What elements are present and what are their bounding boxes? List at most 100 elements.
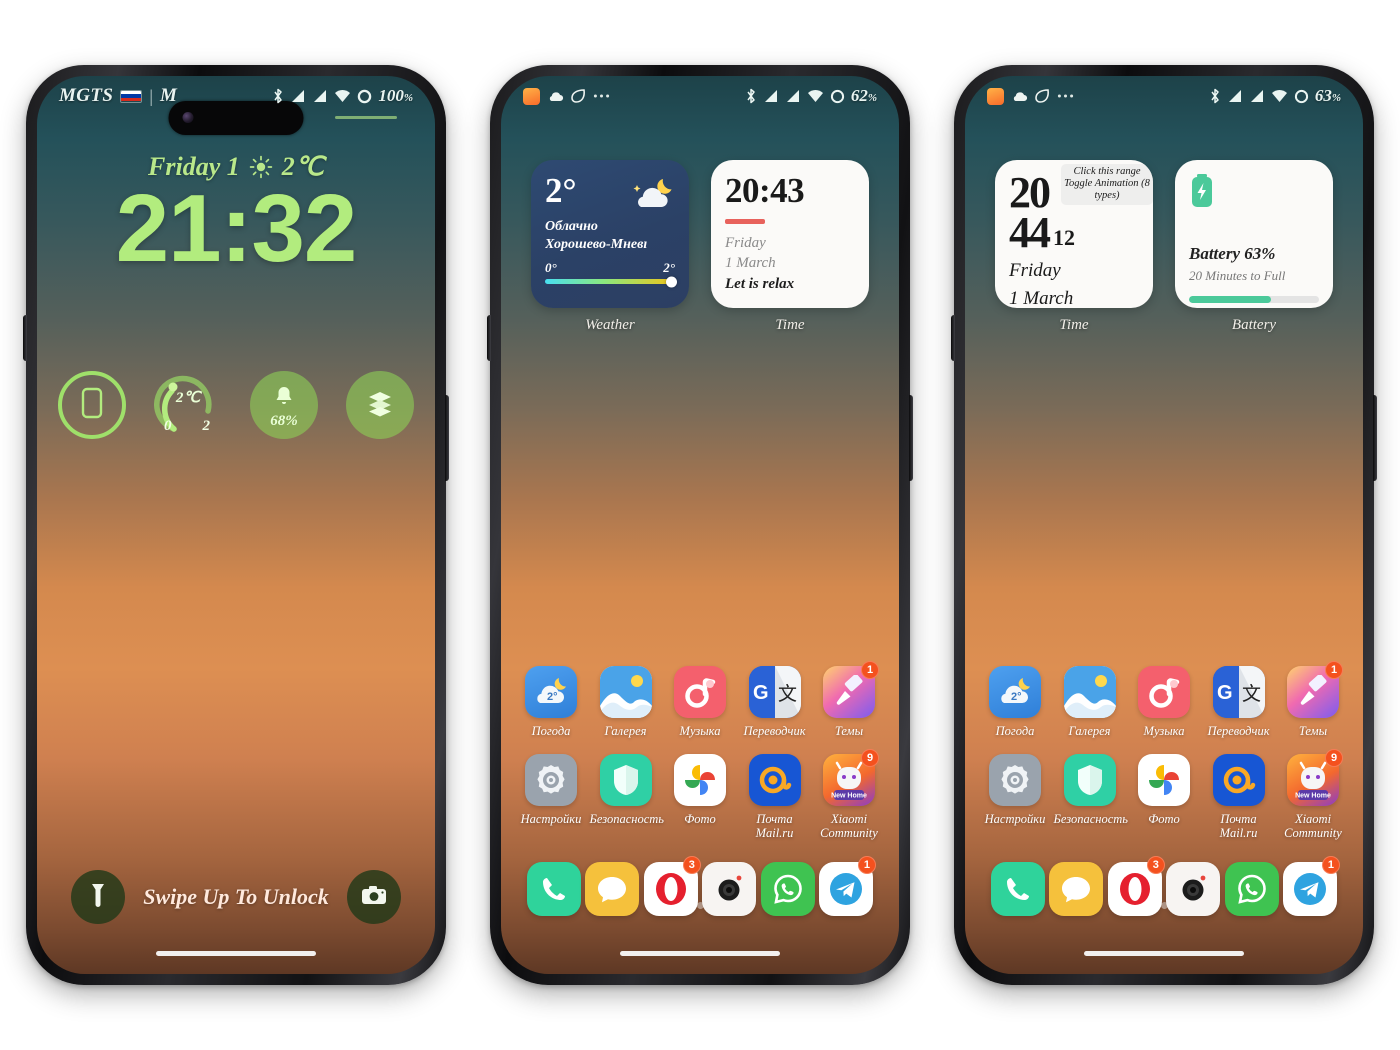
dock-item-opera[interactable]: 3 (1107, 856, 1165, 916)
wifi-icon (1271, 89, 1288, 103)
home-indicator[interactable] (620, 951, 780, 956)
big-time-second: 12 (1053, 224, 1075, 250)
notification-icons (987, 87, 1074, 105)
weather-range-bar (545, 276, 677, 287)
app-label: Галерея (1068, 724, 1111, 738)
phone-3-screen: 63% 20 44 12 Click this range Toggle Ani… (965, 76, 1363, 974)
phone-2-screen: 62% 2° Облачно Хорошево-Мневı 0° 2° Weat… (501, 76, 899, 974)
app-row-1: 2° Погода Галерея Музыка G 文 Переводчик … (515, 661, 885, 738)
dock-item-whatsapp[interactable] (1224, 862, 1279, 916)
app-weather[interactable]: 2° Погода (515, 666, 587, 738)
app-gallery[interactable]: Галерея (1054, 666, 1126, 738)
app-xiaomi-community[interactable]: New Home 9 Xiaomi Community (1277, 749, 1349, 840)
home-indicator[interactable] (1084, 951, 1244, 956)
time-widget-column: 20 44 12 Click this range Toggle Animati… (995, 160, 1153, 334)
notification-toggle[interactable]: 68% (250, 371, 318, 439)
app-badge: 9 (861, 749, 879, 767)
app-themes[interactable]: 1 Темы (813, 661, 885, 738)
battery-percent: 62% (850, 86, 877, 105)
temperature-toggle[interactable]: 2℃ 0 2 (154, 371, 222, 439)
app-label: Настройки (520, 812, 582, 826)
status-bar: 63% (965, 76, 1363, 116)
time-widget-date: 1 March (725, 255, 776, 272)
weather-widget[interactable]: 2° Облачно Хорошево-Мневı 0° 2° (531, 160, 689, 308)
translate-app-icon: G文 (748, 666, 801, 718)
app-translate[interactable]: G文 Переводчик (1203, 666, 1275, 738)
notification-icons (523, 87, 610, 105)
app-mailru[interactable]: Почта Mail.ru (739, 754, 811, 840)
power-button[interactable] (909, 395, 913, 481)
weather-app-icon: 2° (525, 666, 577, 718)
gallery-app-icon (599, 666, 652, 718)
dock-item-telegram[interactable]: 1 (818, 856, 876, 916)
app-badge: 1 (1325, 661, 1343, 679)
app-settings[interactable]: Настройки (979, 754, 1051, 840)
status-bar: 62% (501, 76, 899, 116)
dock-item-phone[interactable] (527, 862, 581, 916)
app-music[interactable]: Музыка (664, 666, 736, 738)
weather-widget-label: Weather (585, 317, 635, 333)
cloud-icon (547, 90, 564, 102)
power-button[interactable] (445, 395, 449, 481)
time-widget[interactable]: 20:43 Friday 1 March Let is relax (711, 160, 869, 308)
app-grid: 2° Погода Галерея Музыка G 文 Переводчик … (501, 661, 899, 856)
dock-item-camera[interactable] (702, 862, 757, 916)
time-widget-clock: 20:43 (725, 171, 805, 210)
app-photos[interactable]: Фото (664, 754, 736, 840)
cloud-moon-icon (629, 176, 677, 219)
battery-widget[interactable]: Battery 63% 20 Minutes to Full (1175, 160, 1333, 308)
dock-item-messages[interactable] (585, 862, 640, 916)
dock-item-whatsapp[interactable] (760, 862, 815, 916)
camera-button[interactable] (347, 870, 401, 924)
svg-text:New Home: New Home (1295, 793, 1331, 800)
app-xiaomi-community[interactable]: New Home 9 Xiaomi Community (813, 749, 885, 840)
app-themes[interactable]: 1 Темы (1277, 661, 1349, 738)
swipe-up-label: Swipe Up To Unlock (143, 884, 329, 909)
app-label: Темы (834, 724, 864, 738)
volume-button[interactable] (487, 315, 491, 361)
power-button[interactable] (1373, 395, 1377, 481)
dock-item-telegram[interactable]: 1 (1282, 856, 1340, 916)
flashlight-button[interactable] (71, 870, 125, 924)
screenshot-stage: MGTS | M 100% Friday 1 2℃ 21:32 2℃ 0 2 6… (0, 0, 1400, 1050)
battery-widget-title: Battery 63% (1189, 244, 1276, 263)
volume-button[interactable] (951, 315, 955, 361)
app-security[interactable]: Безопасность (589, 754, 664, 840)
app-label: Фото (1148, 812, 1180, 826)
layers-toggle[interactable] (346, 371, 414, 439)
app-photos[interactable]: Фото (1128, 754, 1200, 840)
status-bar-left: MGTS | M (59, 85, 177, 107)
app-mailru[interactable]: Почта Mail.ru (1203, 754, 1275, 840)
svg-text:G: G (753, 682, 769, 704)
app-settings[interactable]: Настройки (515, 754, 587, 840)
leaf-icon (571, 89, 586, 103)
battery-moon-icon (830, 89, 845, 104)
battery-widget-subtitle: 20 Minutes to Full (1189, 268, 1286, 283)
layers-icon (365, 388, 395, 423)
big-time-widget[interactable]: 20 44 12 Click this range Toggle Animati… (995, 160, 1153, 308)
dock-item-phone[interactable] (991, 862, 1045, 916)
messages-app-icon (585, 862, 640, 916)
dock-item-messages[interactable] (1049, 862, 1104, 916)
app-music[interactable]: Музыка (1128, 666, 1200, 738)
app-translate[interactable]: G文 Переводчик (739, 666, 811, 738)
app-label: Безопасность (589, 812, 664, 826)
device-toggle[interactable] (58, 371, 126, 439)
app-weather[interactable]: 2° Погода (979, 666, 1051, 738)
app-security[interactable]: Безопасность (1054, 754, 1128, 840)
signal-icon (312, 89, 328, 103)
home-indicator[interactable] (156, 951, 316, 956)
dock-item-opera[interactable]: 3 (643, 856, 701, 916)
volume-button[interactable] (23, 315, 27, 361)
cloud-icon (1011, 90, 1028, 102)
dock-item-camera[interactable] (1166, 862, 1221, 916)
mailru-app-icon (748, 754, 801, 806)
flashlight-icon (89, 882, 107, 913)
app-label: Галерея (604, 724, 647, 738)
photos-app-icon (1138, 754, 1190, 806)
app-gallery[interactable]: Галерея (590, 666, 662, 738)
whatsapp-app-icon (760, 862, 815, 916)
settings-app-icon (989, 754, 1041, 806)
phone-app-icon (991, 862, 1045, 916)
battery-percent: 100% (378, 86, 413, 105)
